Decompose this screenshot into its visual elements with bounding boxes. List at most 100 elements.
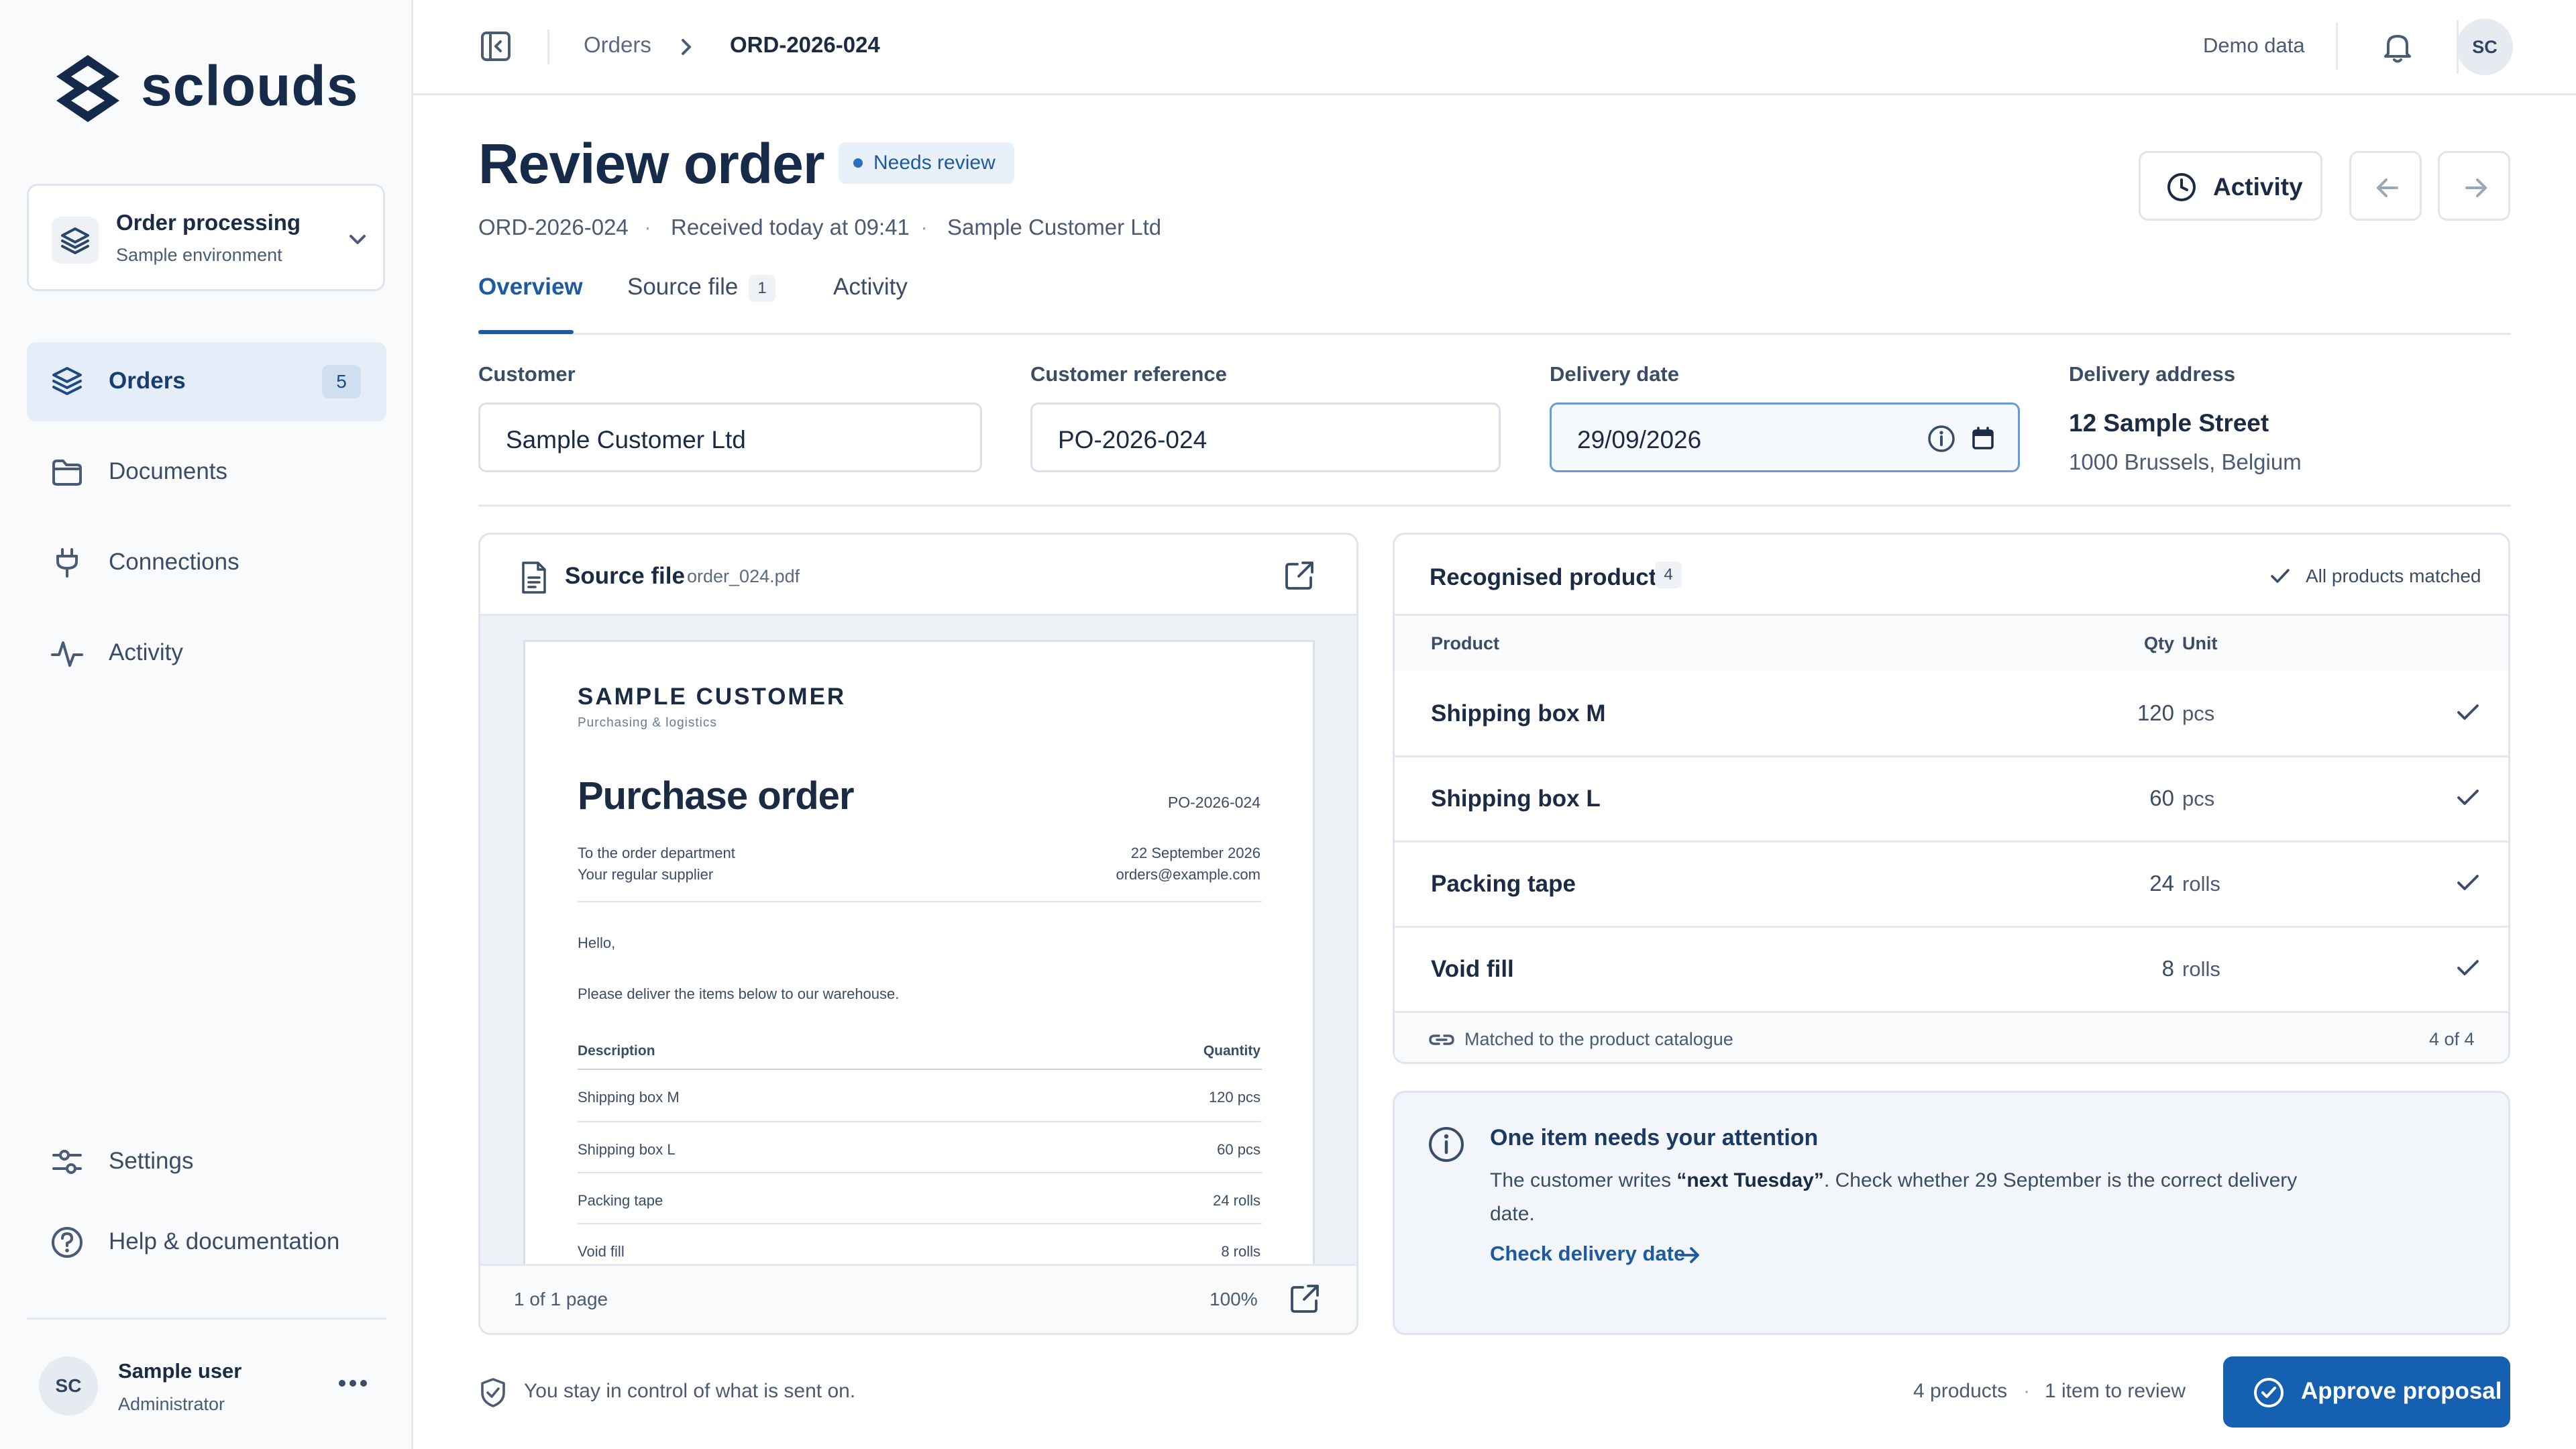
check-icon — [2455, 699, 2481, 726]
doc-to-line-1: To the order department — [578, 845, 735, 861]
brand-logo-icon[interactable] — [51, 50, 125, 127]
sidebar-item-label: Connections — [109, 549, 239, 575]
doc-divider — [578, 1069, 1262, 1070]
notice-message: The customer writes “next Tuesday”. Chec… — [1490, 1164, 2335, 1231]
delivery-address-label: Delivery address — [2069, 362, 2236, 386]
user-name: Sample user — [118, 1359, 242, 1383]
source-file-title: Source file — [565, 563, 685, 589]
sidebar-item-label: Documents — [109, 458, 228, 484]
address-line-1: 12 Sample Street — [2069, 409, 2269, 437]
approve-proposal-button[interactable]: Approve proposal — [2223, 1356, 2510, 1428]
demo-data-label: Demo data — [2203, 34, 2305, 57]
link-icon — [1428, 1026, 1455, 1053]
arrow-right-icon[interactable] — [1676, 1242, 1703, 1269]
product-qty: 120 — [2137, 700, 2174, 725]
products-title: Recognised products — [1430, 564, 1670, 590]
top-bar: Orders ORD-2026-024 Demo data SC — [413, 0, 2576, 95]
reference-value: PO-2026-024 — [1058, 426, 1208, 453]
reference-label: Customer reference — [1030, 362, 1227, 386]
table-row[interactable]: Void fill 8 rolls — [1395, 928, 2508, 1011]
product-name: Shipping box L — [1431, 786, 1601, 812]
doc-divider — [578, 1121, 1262, 1122]
open-external-icon[interactable] — [1288, 1282, 1322, 1316]
file-icon — [519, 560, 549, 595]
products-count: 4 — [1655, 561, 1682, 588]
open-external-icon[interactable] — [1283, 559, 1316, 592]
zoom-level[interactable]: 100% — [1210, 1289, 1258, 1310]
doc-line-quantity: 120 pcs — [1208, 1089, 1260, 1106]
notice-quote: “next Tuesday” — [1676, 1169, 1824, 1191]
arrow-left-icon — [2373, 173, 2402, 203]
layers-icon — [50, 364, 85, 399]
collapse-sidebar-icon[interactable] — [479, 30, 513, 63]
preview-footer: 1 of 1 page 100% — [480, 1266, 1356, 1333]
tab-overview[interactable]: Overview — [478, 274, 583, 301]
calendar-icon[interactable] — [1968, 423, 1998, 454]
table-row[interactable]: Packing tape 24 rolls — [1395, 843, 2508, 926]
doc-company: SAMPLE CUSTOMER — [578, 684, 847, 710]
source-file-panel: Source file order_024.pdf SAMPLE CUSTOME… — [478, 533, 1358, 1335]
doc-to-line-2: Your regular supplier — [578, 866, 714, 883]
sidebar: sclouds Order processing Sample environm… — [0, 0, 413, 1449]
control-note: You stay in control of what is sent on. — [524, 1380, 856, 1402]
doc-line-description: Shipping box L — [578, 1141, 676, 1158]
check-icon — [2455, 784, 2481, 811]
sidebar-item-documents[interactable]: Documents — [27, 433, 386, 512]
product-name: Packing tape — [1431, 871, 1576, 897]
source-filename: order_024.pdf — [687, 566, 800, 586]
brand-name[interactable]: sclouds — [141, 54, 358, 119]
delivery-date-label: Delivery date — [1550, 362, 1679, 386]
table-row[interactable]: Shipping box L 60 pcs — [1395, 757, 2508, 841]
breadcrumb-current: ORD-2026-024 — [730, 32, 880, 57]
page-info: 1 of 1 page — [514, 1289, 608, 1309]
check-delivery-date-link[interactable]: Check delivery date — [1490, 1242, 1685, 1266]
next-order-button[interactable] — [2438, 151, 2510, 221]
activity-button-label: Activity — [2213, 173, 2303, 201]
user-menu[interactable]: SC Sample user Administrator — [27, 1346, 386, 1426]
tab-activity[interactable]: Activity — [833, 274, 908, 301]
summary-separator: · — [2023, 1380, 2030, 1402]
workspace-switcher[interactable]: Order processing Sample environment — [27, 184, 385, 291]
summary-products: 4 products — [1913, 1380, 2008, 1402]
meta-separator: · — [644, 215, 651, 239]
summary-review: 1 item to review — [2045, 1380, 2186, 1402]
sidebar-item-connections[interactable]: Connections — [27, 523, 386, 602]
activity-button[interactable]: Activity — [2139, 151, 2322, 221]
customer-reference-field[interactable]: PO-2026-024 — [1030, 402, 1501, 472]
more-options-icon[interactable] — [337, 1377, 369, 1390]
column-qty: Qty — [2143, 633, 2174, 653]
product-unit: rolls — [2182, 872, 2220, 896]
recognised-products-panel: Recognised products 4 All products match… — [1393, 533, 2510, 1064]
tab-source-file[interactable]: Source file — [627, 274, 738, 301]
activity-pulse-icon — [50, 636, 85, 671]
sidebar-item-activity[interactable]: Activity — [27, 614, 386, 693]
help-circle-icon — [50, 1225, 85, 1260]
received-time: Received today at 09:41 — [671, 215, 910, 239]
customer-field[interactable]: Sample Customer Ltd — [478, 402, 982, 472]
sidebar-item-orders[interactable]: Orders 5 — [27, 342, 386, 421]
info-icon[interactable] — [1926, 423, 1957, 454]
doc-line-quantity: 8 rolls — [1221, 1243, 1260, 1260]
doc-line-quantity: 60 pcs — [1217, 1141, 1260, 1158]
customer-label: Customer — [478, 362, 576, 386]
sidebar-item-settings[interactable]: Settings — [27, 1122, 386, 1201]
delivery-date-field[interactable]: 29/09/2026 — [1550, 402, 2020, 472]
document-page: SAMPLE CUSTOMER Purchasing & logistics P… — [523, 640, 1315, 1264]
product-qty: 8 — [2161, 956, 2174, 981]
previous-order-button[interactable] — [2349, 151, 2422, 221]
column-product: Product — [1431, 633, 1500, 653]
sidebar-item-help[interactable]: Help & documentation — [27, 1203, 386, 1282]
document-preview[interactable]: SAMPLE CUSTOMER Purchasing & logistics P… — [480, 616, 1356, 1264]
page-title: Review order — [478, 132, 825, 195]
product-name: Void fill — [1431, 956, 1514, 982]
bell-icon[interactable] — [2380, 30, 2415, 64]
doc-line-description: Void fill — [578, 1243, 625, 1260]
table-row[interactable]: Shipping box M 120 pcs — [1395, 671, 2508, 755]
breadcrumb-orders-link[interactable]: Orders — [584, 32, 651, 57]
active-tab-indicator — [478, 330, 574, 334]
products-footer: Matched to the product catalogue 4 of 4 — [1395, 1013, 2508, 1062]
avatar[interactable]: SC — [2457, 19, 2513, 75]
chevron-right-icon — [676, 35, 696, 59]
doc-heading: Purchase order — [578, 774, 855, 818]
sidebar-item-label: Orders — [109, 368, 186, 394]
